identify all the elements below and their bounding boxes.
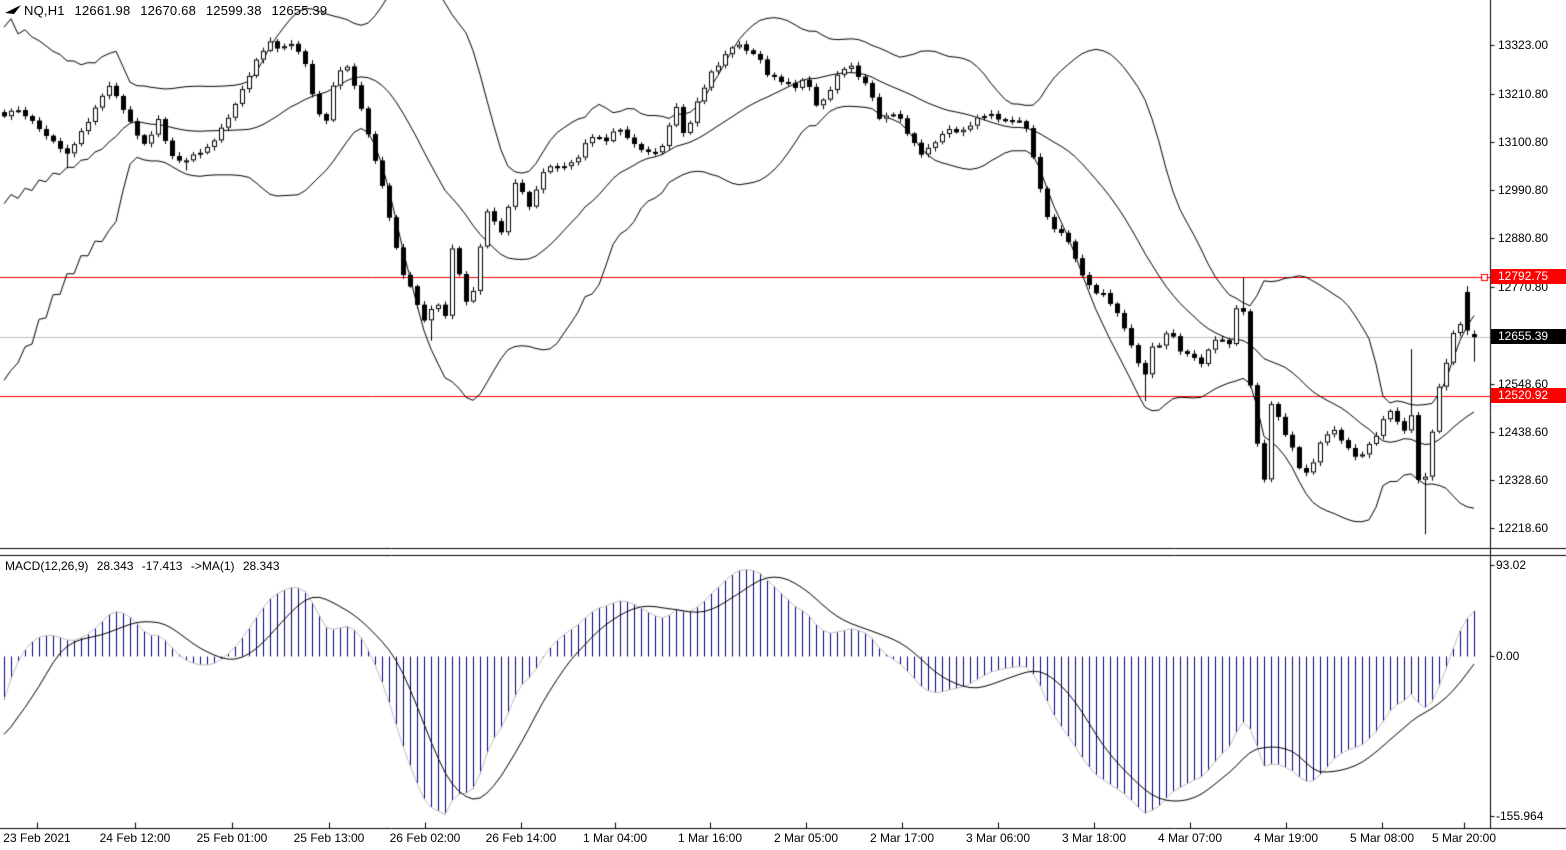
macd-signal-value: -17.413: [142, 559, 183, 573]
time-axis-label: 3 Mar 06:00: [966, 831, 1030, 845]
chart-window: NQ,H1 12661.98 12670.68 12599.38 12655.3…: [0, 0, 1566, 850]
chart-canvas[interactable]: [0, 0, 1566, 850]
macd-ma-label: ->MA(1): [191, 559, 235, 573]
price-axis-label: 13210.80: [1498, 87, 1548, 101]
time-axis-label: 26 Feb 14:00: [486, 831, 557, 845]
price-axis-label: 12880.80: [1498, 231, 1548, 245]
chart-shift-arrow-icon: [5, 4, 23, 18]
time-axis-label: 5 Mar 20:00: [1432, 831, 1496, 845]
high-value: 12670.68: [140, 3, 196, 18]
time-axis-label: 2 Mar 17:00: [870, 831, 934, 845]
time-axis-label: 1 Mar 04:00: [583, 831, 647, 845]
price-axis-label: 12328.60: [1498, 473, 1548, 487]
price-axis-label: 13323.00: [1498, 38, 1548, 52]
macd-main-value: 28.343: [97, 559, 134, 573]
time-axis-label: 25 Feb 01:00: [197, 831, 268, 845]
time-axis-label: 23 Feb 2021: [3, 831, 70, 845]
macd-axis-label: 0.00: [1496, 649, 1519, 663]
price-level-badge: 12520.92: [1491, 388, 1566, 403]
time-axis-label: 26 Feb 02:00: [390, 831, 461, 845]
price-axis-label: 12218.60: [1498, 521, 1548, 535]
macd-axis-label: -155.964: [1496, 809, 1543, 823]
symbol-ohlc-title: NQ,H1 12661.98 12670.68 12599.38 12655.3…: [24, 3, 333, 18]
price-level-badge: 12792.75: [1491, 269, 1566, 284]
symbol-period-label: NQ,H1: [24, 3, 65, 18]
time-axis-label: 5 Mar 08:00: [1350, 831, 1414, 845]
time-axis-label: 24 Feb 12:00: [100, 831, 171, 845]
macd-ma-value: 28.343: [243, 559, 280, 573]
price-axis-label: 12990.80: [1498, 183, 1548, 197]
price-level-badge: 12655.39: [1491, 329, 1566, 344]
time-axis-label: 3 Mar 18:00: [1062, 831, 1126, 845]
time-axis-label: 1 Mar 16:00: [678, 831, 742, 845]
macd-indicator-label: MACD(12,26,9) 28.343 -17.413 ->MA(1) 28.…: [5, 559, 285, 573]
low-value: 12599.38: [206, 3, 262, 18]
macd-axis-label: 93.02: [1496, 558, 1526, 572]
close-value: 12655.39: [271, 3, 327, 18]
macd-name: MACD(12,26,9): [5, 559, 88, 573]
time-axis-label: 4 Mar 07:00: [1158, 831, 1222, 845]
time-axis-label: 2 Mar 05:00: [774, 831, 838, 845]
time-axis-label: 25 Feb 13:00: [294, 831, 365, 845]
price-axis-label: 13100.80: [1498, 135, 1548, 149]
open-value: 12661.98: [75, 3, 131, 18]
price-axis-label: 12438.60: [1498, 425, 1548, 439]
time-axis-label: 4 Mar 19:00: [1254, 831, 1318, 845]
